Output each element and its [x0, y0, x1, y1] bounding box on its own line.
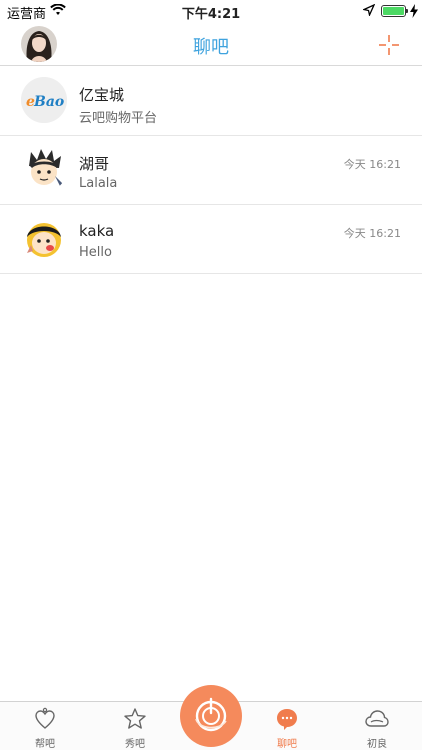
power-swirl-icon	[195, 697, 227, 732]
star-icon	[124, 708, 146, 729]
tab-xiuba[interactable]: 秀吧	[93, 702, 177, 750]
chat-time: 今天 16:21	[343, 158, 401, 171]
chat-name: 湖哥	[79, 155, 110, 173]
cartoon-avatar-icon	[21, 146, 67, 192]
chat-item-huge[interactable]: 湖哥 Lalala 今天 16:21	[0, 136, 422, 205]
tab-chuliang[interactable]: 初良	[335, 702, 419, 750]
chat-time: 今天 16:21	[343, 227, 401, 240]
svg-text:Bao: Bao	[33, 94, 64, 110]
ebao-logo-icon: e Bao	[21, 77, 67, 123]
nav-bar: 聊吧	[0, 22, 422, 66]
status-bar: 运营商 下午4:21	[0, 0, 422, 22]
add-plus-icon[interactable]	[378, 34, 400, 56]
chat-preview: Hello	[79, 245, 112, 260]
tab-label: 聊吧	[277, 739, 297, 750]
status-time: 下午4:21	[181, 7, 241, 22]
location-arrow-icon	[363, 4, 375, 16]
chat-name: kaka	[79, 222, 115, 240]
battery-icon	[381, 5, 406, 17]
cartoon-avatar-icon	[21, 215, 67, 261]
chat-list: e Bao 亿宝城 云吧购物平台 湖哥 Lalala 今天 16:21 kaka…	[0, 67, 422, 274]
tab-liaoba[interactable]: 聊吧	[245, 702, 329, 750]
center-action-button[interactable]	[180, 685, 242, 747]
chat-name: 亿宝城	[79, 86, 125, 104]
chat-item-ebao[interactable]: e Bao 亿宝城 云吧购物平台	[0, 67, 422, 136]
chat-item-kaka[interactable]: kaka Hello 今天 16:21	[0, 205, 422, 274]
chat-preview: 云吧购物平台	[79, 111, 158, 126]
cloud-icon	[365, 710, 389, 727]
tab-label: 秀吧	[125, 739, 145, 750]
chat-bubble-icon	[277, 709, 297, 730]
battery-tip	[406, 9, 408, 13]
page-title: 聊吧	[193, 37, 229, 58]
charging-bolt-icon	[410, 4, 418, 18]
heart-hand-icon	[35, 707, 55, 729]
tab-label: 初良	[367, 739, 387, 750]
tab-label: 帮吧	[35, 739, 55, 750]
chat-preview: Lalala	[79, 176, 118, 191]
tab-bangba[interactable]: 帮吧	[3, 702, 87, 750]
